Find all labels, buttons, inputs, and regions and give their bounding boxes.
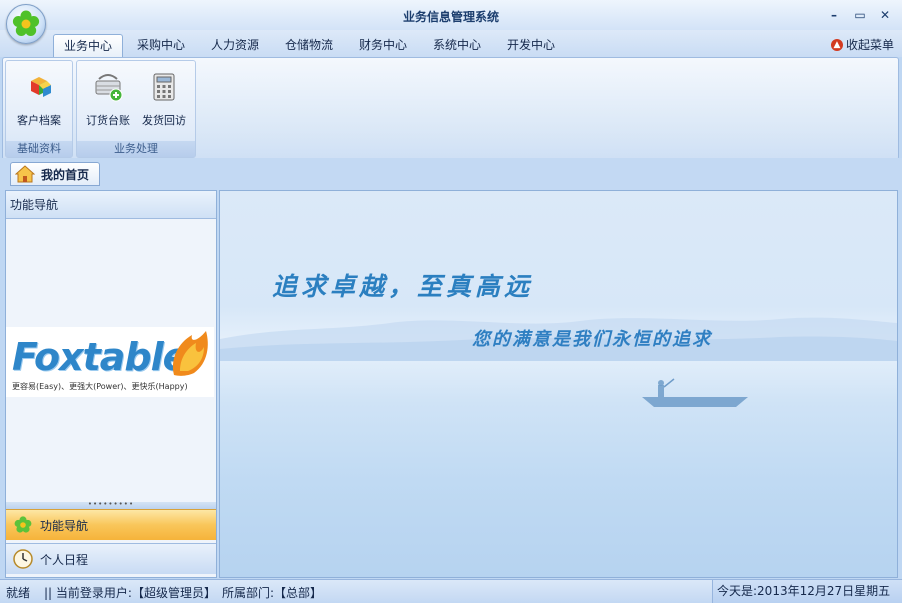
tab-my-homepage[interactable]: 我的首页 <box>10 162 100 186</box>
ribbon-group-label: 基础资料 <box>6 141 72 157</box>
nav-personal-schedule[interactable]: 个人日程 <box>6 543 216 574</box>
tab-system-center[interactable]: 系统中心 <box>424 34 490 56</box>
delivery-followup-label: 发货回访 <box>142 114 186 127</box>
left-nav-panel: 功能导航 Foxtable 更容易(Easy)、更强大(Power)、更快乐(H… <box>5 190 217 578</box>
document-tab-bar: 我的首页 <box>0 158 902 190</box>
collapse-menu-label: 收起菜单 <box>845 38 894 52</box>
customer-records-button[interactable]: 客户档案 <box>11 71 67 128</box>
foxtable-logo: Foxtable 更容易(Easy)、更强大(Power)、更快乐(Happy) <box>6 327 214 397</box>
delivery-followup-button[interactable]: 发货回访 <box>136 71 192 128</box>
status-bar: 就绪 || 当前登录用户:【超级管理员】 所属部门:【总部】 今天是:2013年… <box>0 579 902 603</box>
ribbon-group-basic-data: 客户档案 基础资料 <box>5 60 73 158</box>
title-bar: 业务信息管理系统 – ▭ ✕ <box>0 0 902 30</box>
window-title: 业务信息管理系统 <box>402 10 499 24</box>
status-current-user: || 当前登录用户:【超级管理员】 <box>44 586 216 600</box>
flower-icon <box>14 516 32 533</box>
homepage-content: 追求卓越，至真高远 您的满意是我们永恒的追求 <box>219 190 898 578</box>
clock-icon <box>13 549 33 569</box>
tab-human-resources[interactable]: 人力资源 <box>202 34 268 56</box>
menu-bar: 业务中心 采购中心 人力资源 仓储物流 财务中心 系统中心 开发中心 ▲ 收起菜… <box>0 30 902 58</box>
ribbon-group-business-processing: 订货台账 发货回访 业务处理 <box>76 60 196 158</box>
boat-image <box>642 378 748 407</box>
tab-business-center[interactable]: 业务中心 <box>53 34 123 58</box>
app-menu-button[interactable] <box>6 4 46 44</box>
logo-tagline: 更容易(Easy)、更强大(Power)、更快乐(Happy) <box>12 382 188 391</box>
main-slogan: 追求卓越，至真高远 <box>272 272 534 301</box>
home-icon <box>15 165 35 183</box>
tab-development-center[interactable]: 开发中心 <box>498 34 564 56</box>
customer-records-label: 客户档案 <box>17 114 61 127</box>
chevron-up-icon: ▲ <box>830 38 843 51</box>
secondary-slogan: 您的满意是我们永恒的追求 <box>472 329 712 350</box>
status-department: 所属部门:【总部】 <box>222 586 323 600</box>
left-panel-header: 功能导航 <box>6 191 216 219</box>
fox-logo-icon <box>172 331 208 376</box>
minimize-button[interactable]: – <box>826 8 842 22</box>
tab-my-homepage-label: 我的首页 <box>41 167 90 182</box>
order-ledger-button[interactable]: 订货台账 <box>80 71 136 128</box>
basket-add-icon <box>95 74 123 102</box>
status-date: 今天是:2013年12月27日星期五 <box>712 580 902 603</box>
nav-function-navigation-label: 功能导航 <box>40 518 89 533</box>
status-ready: 就绪 <box>6 586 31 600</box>
ribbon: 客户档案 基础资料 订货台账 发货回访 业务处理 <box>2 57 899 160</box>
panel-splitter[interactable]: ••••••••• <box>6 501 216 509</box>
flower-icon <box>12 10 40 36</box>
tab-finance-center[interactable]: 财务中心 <box>350 34 416 56</box>
maximize-button[interactable]: ▭ <box>852 8 868 22</box>
logo-text: Foxtable <box>12 335 188 379</box>
nav-personal-schedule-label: 个人日程 <box>40 552 89 567</box>
tab-warehouse-logistics[interactable]: 仓储物流 <box>276 34 342 56</box>
close-button[interactable]: ✕ <box>877 8 893 22</box>
customer-cube-icon <box>31 77 51 97</box>
tab-purchase-center[interactable]: 采购中心 <box>128 34 194 56</box>
collapse-menu-button[interactable]: ▲ 收起菜单 <box>830 36 894 53</box>
nav-function-navigation[interactable]: 功能导航 <box>6 509 216 540</box>
order-ledger-label: 订货台账 <box>86 114 130 127</box>
ribbon-group-label: 业务处理 <box>77 141 195 157</box>
telephone-icon <box>153 73 175 101</box>
